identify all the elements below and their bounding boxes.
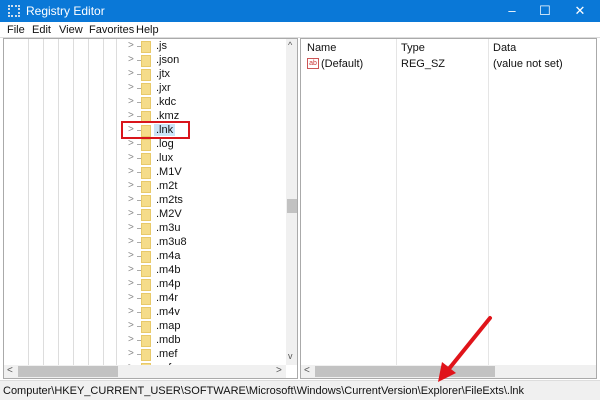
red-arrow-annotation (438, 316, 492, 382)
